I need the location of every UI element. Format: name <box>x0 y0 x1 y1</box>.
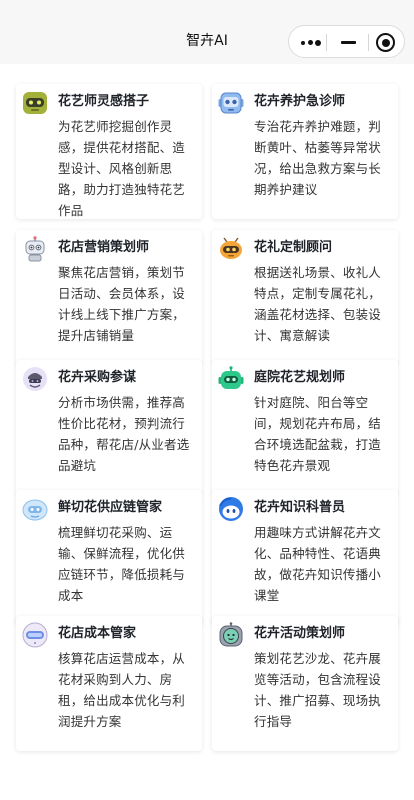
card-title: 花店营销策划师 <box>58 240 150 255</box>
minimize-icon[interactable] <box>341 41 356 44</box>
olive-robot-icon <box>23 92 47 114</box>
card-description: 专治花卉养护难题，判断黄叶、枯萎等异常状况，给出急救方案与长期养护建议 <box>254 119 382 197</box>
blue-bot-icon <box>219 497 243 521</box>
card-title: 庭院花艺规划师 <box>254 370 346 385</box>
card-title: 花卉养护急诊师 <box>254 94 346 109</box>
assistant-card-plant-care-doctor[interactable]: 花卉养护急诊师 专治花卉养护难题，判断黄叶、枯萎等异常状况，给出急救方案与长期养… <box>212 84 398 219</box>
card-title: 鲜切花供应链管家 <box>58 500 163 515</box>
assistant-card-garden-planner[interactable]: 庭院花艺规划师 针对庭院、阳台等空间，规划花卉布局，结合环境选配盆栽，打造特色花… <box>212 360 398 495</box>
assistant-card-knowledge-educator[interactable]: 花卉知识科普员 用趣味方式讲解花卉文化、品种特性、花语典故，做花卉知识传播小课堂 <box>212 490 398 625</box>
assistant-card-event-planner[interactable]: 花卉活动策划师 策划花艺沙龙、花卉展览等活动，包含流程设计、推广招募、现场执行指… <box>212 616 398 751</box>
capsule-divider <box>368 34 369 51</box>
card-description: 聚焦花店营销，策划节日活动、会员体系，设计线上线下推广方案，提升店铺销量 <box>58 265 186 343</box>
card-description: 策划花艺沙龙、花卉展览等活动，包含流程设计、推广招募、现场执行指导 <box>254 651 382 729</box>
card-title: 花卉采购参谋 <box>58 370 137 385</box>
card-description: 针对庭院、阳台等空间，规划花卉布局，结合环境选配盆栽，打造特色花卉景观 <box>254 395 382 473</box>
card-description: 用趣味方式讲解花卉文化、品种特性、花语典故，做花卉知识传播小课堂 <box>254 525 382 603</box>
assistant-card-purchasing-advisor[interactable]: 花卉采购参谋 分析市场供需，推荐高性价比花材，预判流行品种，帮花店/从业者选品避… <box>16 360 202 495</box>
capsule-divider <box>326 34 327 51</box>
card-title: 花店成本管家 <box>58 626 137 641</box>
assistant-card-shop-marketing[interactable]: 花店营销策划师 聚焦花店营销，策划节日活动、会员体系，设计线上线下推广方案，提升… <box>16 230 202 365</box>
top-navbar: 智卉AI <box>0 0 414 64</box>
visor-robot-icon <box>22 622 48 648</box>
assistant-card-florist-inspiration[interactable]: 花艺师灵感搭子 为花艺师挖掘创作灵感，提供花材搭配、造型设计、风格创新思路，助力… <box>16 84 202 219</box>
card-description: 核算花店运营成本，从花材采购到人力、房租，给出成本优化与利润提升方案 <box>58 651 186 729</box>
card-title: 花卉活动策划师 <box>254 626 346 641</box>
mini-program-menu-capsule <box>288 25 405 58</box>
card-title: 花卉知识科普员 <box>254 500 346 515</box>
green-robot-icon <box>218 366 244 389</box>
gray-robot-icon <box>219 622 243 647</box>
card-title: 花艺师灵感搭子 <box>58 94 150 109</box>
card-description: 根据送礼场景、收礼人特点，定制专属花礼，涵盖花材选择、包装设计、寓意解读 <box>254 265 382 343</box>
card-title: 花礼定制顾问 <box>254 240 333 255</box>
purple-robot-icon <box>23 367 47 391</box>
cloud-robot-icon <box>22 499 48 521</box>
assistant-card-supply-chain[interactable]: 鲜切花供应链管家 梳理鲜切花采购、运输、保鲜流程，优化供应链环节，降低损耗与成本 <box>16 490 202 625</box>
blue-robot-icon <box>218 92 244 114</box>
card-description: 梳理鲜切花采购、运输、保鲜流程，优化供应链环节，降低损耗与成本 <box>58 525 186 603</box>
antenna-robot-icon <box>25 236 45 262</box>
orange-robot-icon <box>220 237 242 259</box>
more-dots-icon[interactable] <box>301 39 325 46</box>
card-description: 分析市场供需，推荐高性价比花材，预判流行品种，帮花店/从业者选品避坑 <box>58 395 190 473</box>
card-description: 为花艺师挖掘创作灵感，提供花材搭配、造型设计、风格创新思路，助力打造独特花艺作品 <box>58 119 186 218</box>
assistant-card-cost-manager[interactable]: 花店成本管家 核算花店运营成本，从花材采购到人力、房租，给出成本优化与利润提升方… <box>16 616 202 751</box>
assistant-card-gift-customization[interactable]: 花礼定制顾问 根据送礼场景、收礼人特点，定制专属花礼，涵盖花材选择、包装设计、寓… <box>212 230 398 365</box>
close-target-icon[interactable] <box>376 33 395 52</box>
